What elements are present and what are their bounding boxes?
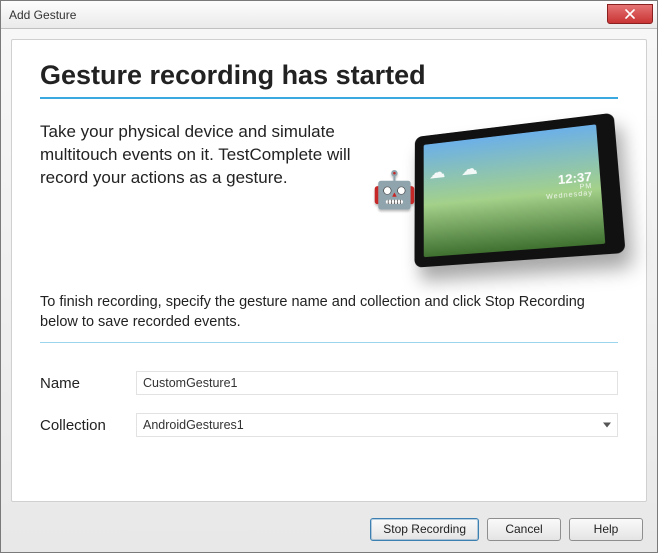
collection-select[interactable]: AndroidGestures1 <box>136 413 618 437</box>
device-clock: 12:37PMWednesday <box>545 170 593 201</box>
form-area: Name Collection AndroidGestures1 <box>40 371 618 455</box>
close-icon <box>625 9 635 19</box>
name-input[interactable] <box>136 371 618 395</box>
clouds-icon: ☁ ☁ <box>429 158 484 183</box>
close-button[interactable] <box>607 4 653 24</box>
divider <box>40 97 618 99</box>
dialog-add-gesture: Add Gesture Gesture recording has starte… <box>0 0 658 553</box>
page-title: Gesture recording has started <box>40 60 618 91</box>
stop-recording-button[interactable]: Stop Recording <box>370 518 479 541</box>
collection-label: Collection <box>40 417 136 434</box>
row-name: Name <box>40 371 618 395</box>
window-title: Add Gesture <box>9 8 76 22</box>
help-button[interactable]: Help <box>569 518 643 541</box>
device-illustration: ☁ ☁ 12:37PMWednesday 🤖 <box>388 117 618 277</box>
finish-instruction: To finish recording, specify the gesture… <box>40 293 618 332</box>
tablet-icon: ☁ ☁ 12:37PMWednesday <box>414 113 625 268</box>
name-label: Name <box>40 375 136 392</box>
row-collection: Collection AndroidGestures1 <box>40 413 618 437</box>
divider <box>40 342 618 343</box>
collection-value: AndroidGestures1 <box>143 418 244 432</box>
android-icon: 🤖 <box>372 169 417 211</box>
cancel-button[interactable]: Cancel <box>487 518 561 541</box>
content-panel: Gesture recording has started Take your … <box>11 39 647 502</box>
chevron-down-icon <box>603 423 611 428</box>
intro-text: Take your physical device and simulate m… <box>40 117 378 277</box>
button-bar: Stop Recording Cancel Help <box>1 512 657 552</box>
titlebar: Add Gesture <box>1 1 657 29</box>
